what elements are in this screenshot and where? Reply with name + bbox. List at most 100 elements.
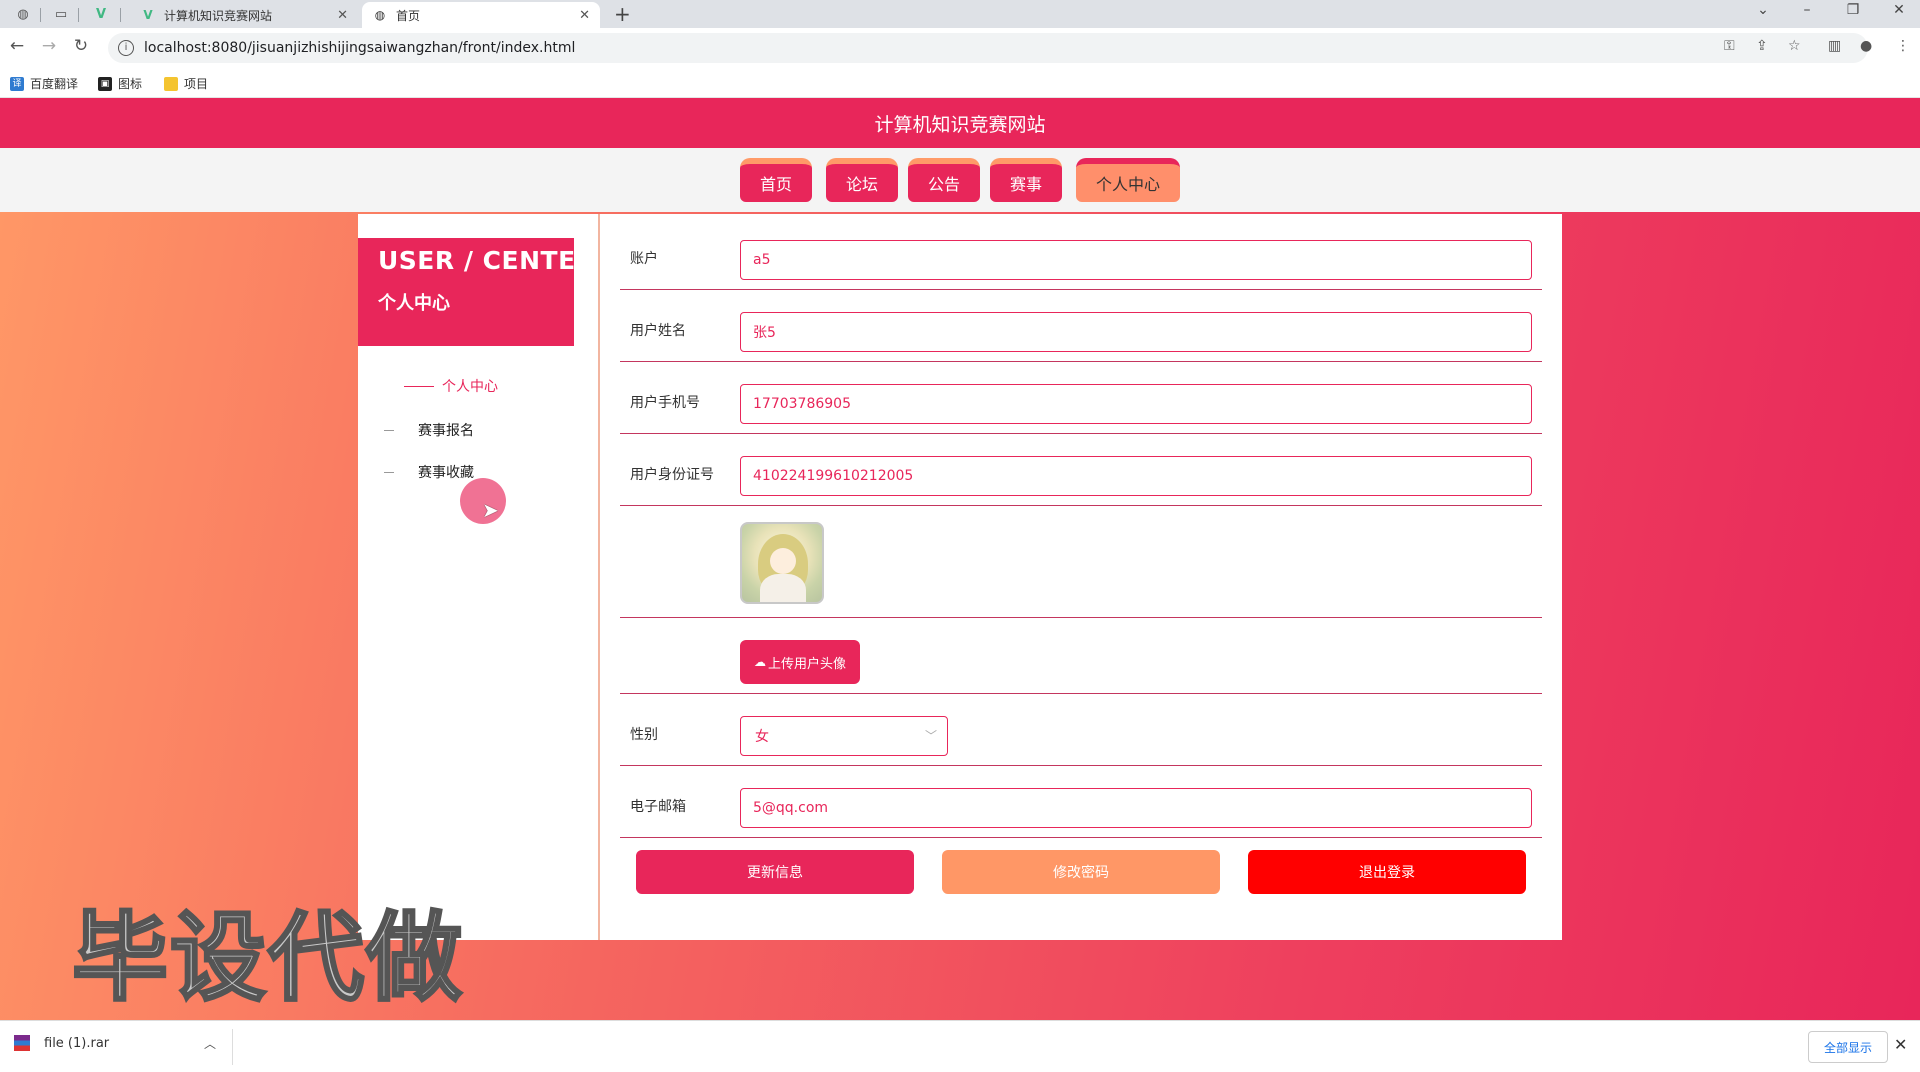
bookmark-label: 百度翻译 [30,77,79,91]
sidebar-item-label: 个人中心 [442,379,498,395]
site-info-icon[interactable]: i [118,40,134,56]
tab-separator [78,8,79,22]
logout-button[interactable]: 退出登录 [1248,850,1526,894]
folder-icon [164,76,178,91]
tab-search-icon[interactable]: ⌄ [1748,2,1778,18]
close-icon[interactable]: ✕ [1894,1035,1907,1054]
reload-icon[interactable]: ↻ [70,36,92,56]
close-icon[interactable]: ✕ [579,8,590,23]
nav-events[interactable]: 赛事 [990,158,1062,202]
email-label: 电子邮箱 [630,799,686,815]
tab-title: 计算机知识竞赛网站 [164,8,273,23]
tab-separator [120,8,121,22]
bookmark-star-icon[interactable]: ☆ [1788,38,1801,54]
email-input[interactable]: 5@qq.com [740,788,1532,828]
sidebar-item-favorites[interactable]: 赛事收藏 [384,462,474,482]
banner-english-title: USER / CENTER [378,246,596,275]
account-input[interactable]: a5 [740,240,1532,280]
bookmark-projects[interactable]: 项目 [164,75,208,92]
form-row-avatar [620,506,1542,618]
avatar-dress [760,574,806,602]
gender-select[interactable]: 女 ﹀ [740,716,948,756]
show-all-downloads-button[interactable]: 全部显示 [1808,1031,1888,1063]
address-toolbar: ← → ↻ i localhost:8080/jisuanjizhishijin… [0,28,1920,68]
name-input[interactable]: 张5 [740,312,1532,352]
download-bar: file (1).rar ︿ 全部显示 ✕ [0,1020,1920,1072]
main-nav: 首页 论坛 公告 赛事 个人中心 [0,148,1920,212]
form-row-phone: 用户手机号 17703786905 [620,362,1542,434]
rar-archive-icon [14,1035,30,1051]
form-row-account: 账户 a5 [620,214,1542,290]
idcard-input[interactable]: 410224199610212005 [740,456,1532,496]
vue-logo-icon[interactable]: V [90,3,112,25]
sidebar-item-registration[interactable]: 赛事报名 [384,420,474,440]
cloud-upload-icon: ☁ [753,655,766,669]
phone-label: 用户手机号 [630,395,700,411]
minimize-icon[interactable]: – [1792,2,1822,18]
update-info-button[interactable]: 更新信息 [636,850,914,894]
dash-icon [404,385,434,387]
blank-page-icon[interactable]: ▭ [50,3,72,25]
watermark-text: 毕设代做 [71,901,464,1016]
bookmark-icons[interactable]: ▣ 图标 [98,75,142,92]
upload-button-label: 上传用户头像 [767,656,846,672]
nav-forum[interactable]: 论坛 [826,158,898,202]
restore-icon[interactable]: ❐ [1838,2,1868,18]
change-password-button[interactable]: 修改密码 [942,850,1220,894]
sidebar-item-user-center[interactable]: 个人中心 [404,376,498,396]
tab-site[interactable]: V 计算机知识竞赛网站 ✕ [130,2,358,28]
user-center-banner: USER / CENTER 个人中心 [358,238,596,346]
profile-form: 账户 a5 用户姓名 张5 用户手机号 17703786905 用户身份证号 4… [598,214,1562,940]
new-tab-icon[interactable]: + [614,2,631,26]
nav-notice[interactable]: 公告 [908,158,980,202]
image-icon: ▣ [98,76,112,91]
share-icon[interactable]: ⇪ [1756,38,1768,54]
form-row-email: 电子邮箱 5@qq.com [620,766,1542,838]
user-sidebar: USER / CENTER 个人中心 个人中心 赛事报名 赛事收藏 [358,214,598,940]
globe-icon: ◍ [374,8,386,22]
bookmark-label: 图标 [118,77,143,91]
account-label: 账户 [630,251,658,267]
translate-icon: 译 [10,76,24,91]
side-panel-icon[interactable]: ▥ [1828,38,1841,54]
nav-home[interactable]: 首页 [740,158,812,202]
tab-home[interactable]: ◍ 首页 ✕ [362,2,600,28]
back-icon[interactable]: ← [6,36,28,56]
upload-avatar-button[interactable]: ☁ 上传用户头像 [740,640,860,684]
mouse-cursor-icon: ➤ [482,498,499,522]
download-filename: file (1).rar [44,1035,110,1051]
idcard-label: 用户身份证号 [630,467,714,483]
forward-icon[interactable]: → [38,36,60,56]
user-avatar [740,522,824,604]
dash-icon [384,429,394,431]
chevron-down-icon: ﹀ [924,729,937,743]
phone-input[interactable]: 17703786905 [740,384,1532,424]
key-icon[interactable]: ⚿ [1724,38,1735,54]
address-bar[interactable]: i localhost:8080/jisuanjizhishijingsaiwa… [108,33,1868,63]
tab-separator [40,8,41,22]
address-url: localhost:8080/jisuanjizhishijingsaiwang… [144,40,576,56]
gender-label: 性别 [630,727,658,743]
sidebar-item-label: 赛事报名 [418,423,474,439]
nav-user-center[interactable]: 个人中心 [1076,158,1180,202]
tab-title: 首页 [396,8,421,23]
browser-tab-bar: ◍ ▭ V V 计算机知识竞赛网站 ✕ ◍ 首页 ✕ + ⌄ – ❐ ✕ [0,0,1920,28]
site-title: 计算机知识竞赛网站 [874,113,1046,136]
download-separator [232,1029,233,1065]
download-item[interactable]: file (1).rar [14,1035,109,1051]
window-close-icon[interactable]: ✕ [1884,2,1914,18]
bookmarks-bar: 译 百度翻译 ▣ 图标 项目 [0,68,1920,98]
menu-kebab-icon[interactable]: ⋮ [1896,38,1910,54]
chevron-up-icon[interactable]: ︿ [204,1035,216,1052]
form-row-name: 用户姓名 张5 [620,290,1542,362]
form-row-gender: 性别 女 ﹀ [620,694,1542,766]
vue-logo-icon: V [143,8,153,22]
close-icon[interactable]: ✕ [337,8,348,23]
sidebar-item-label: 赛事收藏 [418,465,474,481]
site-header: 计算机知识竞赛网站 [0,98,1920,148]
gender-value: 女 [755,729,769,745]
bookmark-baidu-translate[interactable]: 译 百度翻译 [10,75,78,92]
profile-icon[interactable]: ● [1860,38,1872,54]
form-row-upload: ☁ 上传用户头像 [620,618,1542,694]
globe-icon[interactable]: ◍ [12,3,34,25]
